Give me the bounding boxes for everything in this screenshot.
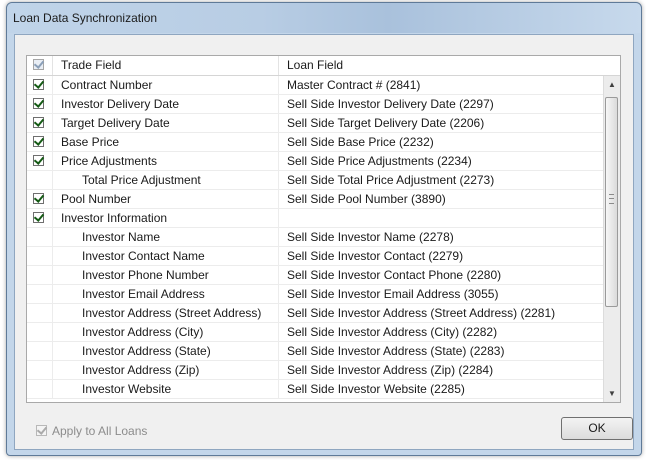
table-row[interactable]: Base Price Sell Side Base Price (2232): [27, 133, 603, 152]
loan-field-cell: Sell Side Investor Address (Zip) (2284): [287, 363, 494, 377]
row-checkbox[interactable]: [33, 98, 44, 109]
loan-field-cell: Sell Side Investor Address (State) (2283…: [287, 344, 505, 358]
trade-field-cell: Investor Address (City): [53, 323, 279, 341]
trade-field-cell: Target Delivery Date: [53, 114, 279, 132]
row-check-cell: [27, 114, 53, 132]
apply-to-all-loans-label: Apply to All Loans: [52, 424, 148, 438]
row-check-cell: [27, 95, 53, 113]
loan-field-cell: Master Contract # (2841): [287, 78, 421, 92]
grip-icon: [609, 194, 614, 204]
table-row[interactable]: Investor Address (Street Address) Sell Si…: [27, 304, 603, 323]
column-header-trade-field[interactable]: Trade Field: [53, 56, 279, 75]
table-row[interactable]: Target Delivery Date Sell Side Target Del…: [27, 114, 603, 133]
table-row[interactable]: Investor Email Address Sell Side Investor…: [27, 285, 603, 304]
trade-field-cell: Price Adjustments: [53, 152, 279, 170]
loan-field-cell: Sell Side Price Adjustments (2234): [287, 154, 472, 168]
trade-field-cell: Investor Delivery Date: [53, 95, 279, 113]
loan-field-cell: Sell Side Investor Delivery Date (2297): [287, 97, 494, 111]
loan-field-cell: Sell Side Investor Email Address (3055): [287, 287, 499, 301]
row-check-cell: [27, 323, 53, 341]
ok-button[interactable]: OK: [561, 417, 633, 440]
trade-field-cell: Pool Number: [53, 190, 279, 208]
row-check-cell: [27, 76, 53, 94]
table-row[interactable]: Investor Website Sell Side Investor Websi…: [27, 380, 603, 399]
sync-fields-grid: Trade Field Loan Field Contract Number Ma…: [26, 55, 621, 403]
table-row[interactable]: Pool Number Sell Side Pool Number (3890): [27, 190, 603, 209]
row-checkbox[interactable]: [33, 79, 44, 90]
apply-to-all-loans-checkbox[interactable]: [36, 425, 47, 436]
row-check-cell: [27, 342, 53, 360]
row-checkbox[interactable]: [33, 117, 44, 128]
row-check-cell: [27, 247, 53, 265]
trade-field-cell: Investor Address (Street Address): [53, 304, 279, 322]
select-all-checkbox[interactable]: [33, 59, 44, 70]
dialog-window: Loan Data Synchronization Trade Field Lo…: [6, 2, 642, 456]
table-row[interactable]: Total Price Adjustment Sell Side Total Pr…: [27, 171, 603, 190]
trade-field-cell: Investor Information: [53, 209, 279, 227]
row-checkbox[interactable]: [33, 136, 44, 147]
row-checkbox[interactable]: [33, 212, 44, 223]
row-check-cell: [27, 152, 53, 170]
loan-field-cell: [279, 209, 603, 227]
table-row[interactable]: Investor Delivery Date Sell Side Investor…: [27, 95, 603, 114]
table-row[interactable]: Investor Contact Name Sell Side Investor …: [27, 247, 603, 266]
loan-field-cell: Sell Side Investor Name (2278): [287, 230, 454, 244]
trade-field-cell: Investor Name: [53, 228, 279, 246]
table-row[interactable]: Investor Address (Zip) Sell Side Investor…: [27, 361, 603, 380]
table-row[interactable]: Price Adjustments Sell Side Price Adjustm…: [27, 152, 603, 171]
loan-field-cell: Sell Side Investor Address (Street Addre…: [287, 306, 556, 320]
table-row[interactable]: Investor Name Sell Side Investor Name (22…: [27, 228, 603, 247]
row-checkbox[interactable]: [33, 155, 44, 166]
loan-field-cell: Sell Side Investor Address (City) (2282): [287, 325, 498, 339]
loan-field-cell: Sell Side Pool Number (3890): [287, 192, 446, 206]
row-check-cell: [27, 190, 53, 208]
row-checkbox[interactable]: [33, 193, 44, 204]
trade-field-cell: Investor Address (Zip): [53, 361, 279, 379]
trade-field-cell: Investor Contact Name: [53, 247, 279, 265]
window-title: Loan Data Synchronization: [13, 11, 158, 25]
table-row[interactable]: Investor Address (State) Sell Side Invest…: [27, 342, 603, 361]
column-header-loan-field[interactable]: Loan Field: [279, 56, 620, 75]
table-row[interactable]: Investor Information: [27, 209, 603, 228]
row-check-cell: [27, 266, 53, 284]
row-check-cell: [27, 361, 53, 379]
header-check-cell: [27, 56, 53, 75]
row-check-cell: [27, 285, 53, 303]
row-check-cell: [27, 133, 53, 151]
trade-field-cell: Base Price: [53, 133, 279, 151]
table-row[interactable]: Investor Phone Number Sell Side Investor …: [27, 266, 603, 285]
loan-field-cell: Sell Side Investor Website (2285): [287, 382, 465, 396]
table-row[interactable]: Investor Address (City) Sell Side Investo…: [27, 323, 603, 342]
loan-field-cell: Sell Side Investor Contact Phone (2280): [287, 268, 502, 282]
scroll-down-arrow-icon[interactable]: ▼: [604, 385, 620, 402]
loan-field-cell: Sell Side Investor Contact (2279): [287, 249, 464, 263]
trade-field-cell: Investor Phone Number: [53, 266, 279, 284]
trade-field-cell: Total Price Adjustment: [53, 171, 279, 189]
loan-field-cell: Sell Side Target Delivery Date (2206): [287, 116, 485, 130]
loan-field-cell: Sell Side Total Price Adjustment (2273): [287, 173, 495, 187]
scrollbar-thumb[interactable]: [605, 97, 618, 307]
trade-field-cell: Investor Website: [53, 380, 279, 398]
title-bar[interactable]: Loan Data Synchronization: [7, 3, 641, 33]
row-check-cell: [27, 209, 53, 227]
row-check-cell: [27, 171, 53, 189]
row-check-cell: [27, 304, 53, 322]
grid-rows: Contract Number Master Contract # (2841) I…: [27, 76, 603, 402]
grid-header: Trade Field Loan Field: [27, 56, 620, 76]
trade-field-cell: Investor Email Address: [53, 285, 279, 303]
trade-field-cell: Investor Address (State): [53, 342, 279, 360]
dialog-body: Trade Field Loan Field Contract Number Ma…: [14, 34, 634, 450]
trade-field-cell: Contract Number: [53, 76, 279, 94]
vertical-scrollbar[interactable]: ▲ ▼: [603, 76, 620, 402]
row-check-cell: [27, 380, 53, 398]
scroll-up-arrow-icon[interactable]: ▲: [604, 76, 620, 93]
row-check-cell: [27, 228, 53, 246]
loan-field-cell: Sell Side Base Price (2232): [287, 135, 434, 149]
table-row[interactable]: Contract Number Master Contract # (2841): [27, 76, 603, 95]
